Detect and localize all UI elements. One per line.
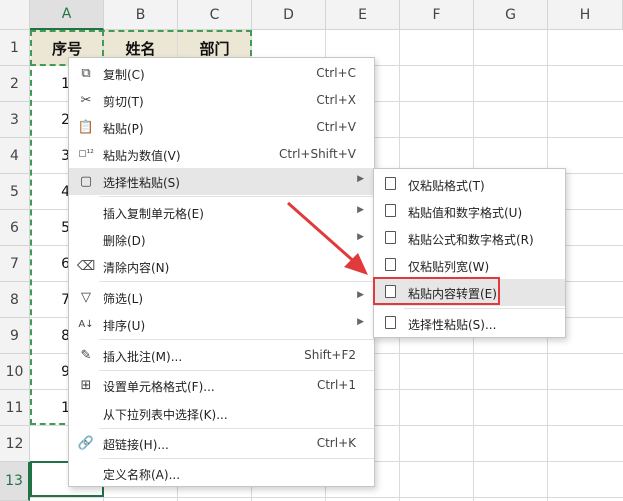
menu-label: 删除(D) — [103, 234, 146, 248]
submenu-label: 选择性粘贴(S)... — [408, 318, 497, 332]
menu-shortcut: Ctrl+1 — [316, 378, 356, 392]
menu-shortcut: Ctrl+Shift+V — [279, 147, 356, 161]
column-header-c[interactable]: C — [178, 0, 252, 30]
column-header-e[interactable]: E — [326, 0, 400, 30]
submenu-item-paste-formulas-number-formats[interactable]: 粘贴公式和数字格式(R) — [374, 225, 565, 252]
menu-item-copy[interactable]: ⧉ 复制(C) Ctrl+C — [69, 60, 374, 87]
submenu-item-paste-column-widths[interactable]: 仅粘贴列宽(W) — [374, 252, 565, 279]
menu-label: 复制(C) — [103, 68, 145, 82]
menu-item-filter[interactable]: ▽ 筛选(L) ▶ — [69, 284, 374, 311]
sort-icon: A↓ — [78, 318, 94, 330]
eraser-icon: ⌫ — [76, 258, 96, 274]
menu-item-cut[interactable]: ✂ 剪切(T) Ctrl+X — [69, 87, 374, 114]
menu-separator — [99, 339, 374, 340]
menu-item-paste-special[interactable]: ▢ 选择性粘贴(S) ▶ — [69, 168, 374, 195]
menu-separator — [99, 428, 374, 429]
grid-line — [30, 497, 623, 498]
menu-label: 设置单元格格式(F)... — [103, 380, 215, 394]
menu-label: 插入复制单元格(E) — [103, 207, 204, 221]
submenu-label: 仅粘贴格式(T) — [408, 179, 485, 193]
paste-special-submenu: 仅粘贴格式(T) 粘贴值和数字格式(U) 粘贴公式和数字格式(R) 仅粘贴列宽(… — [373, 168, 566, 338]
menu-item-format-cells[interactable]: ⊞ 设置单元格格式(F)... Ctrl+1 — [69, 372, 374, 399]
menu-shortcut: Shift+F2 — [304, 348, 356, 362]
submenu-label: 仅粘贴列宽(W) — [408, 260, 490, 274]
menu-label: 筛选(L) — [103, 292, 144, 306]
row-header-6[interactable]: 6 — [0, 210, 30, 246]
paste-values-formats-icon — [383, 203, 399, 219]
menu-label: 超链接(H)... — [103, 438, 169, 452]
submenu-item-paste-special-dialog[interactable]: 选择性粘贴(S)... — [374, 310, 565, 337]
format-cells-icon: ⊞ — [80, 377, 92, 393]
submenu-arrow-icon: ▶ — [357, 290, 364, 300]
paste-formulas-icon — [383, 230, 399, 246]
row-header-13[interactable]: 13 — [0, 462, 30, 501]
paste-special-icon — [383, 315, 399, 331]
menu-label: 粘贴(P) — [103, 122, 144, 136]
row-header-3[interactable]: 3 — [0, 102, 30, 138]
menu-shortcut: Ctrl+X — [316, 93, 356, 107]
row-header-8[interactable]: 8 — [0, 282, 30, 318]
submenu-label: 粘贴公式和数字格式(R) — [408, 233, 534, 247]
submenu-arrow-icon: ▶ — [357, 317, 364, 327]
column-header-g[interactable]: G — [474, 0, 548, 30]
menu-item-pick-from-list[interactable]: 从下拉列表中选择(K)... — [69, 400, 374, 427]
link-icon: 🔗 — [77, 435, 95, 451]
paste-column-widths-icon — [383, 257, 399, 273]
menu-label: 定义名称(A)... — [103, 468, 181, 482]
paste-values-icon: ▢¹² — [78, 149, 94, 159]
row-header-4[interactable]: 4 — [0, 138, 30, 174]
menu-item-sort[interactable]: A↓ 排序(U) ▶ — [69, 311, 374, 338]
row-header-9[interactable]: 9 — [0, 318, 30, 354]
column-header-f[interactable]: F — [400, 0, 474, 30]
column-header-h[interactable]: H — [548, 0, 623, 30]
menu-label: 排序(U) — [103, 319, 146, 333]
submenu-separator — [404, 308, 565, 309]
menu-label: 选择性粘贴(S) — [103, 176, 180, 190]
paste-icon: 📋 — [77, 119, 95, 135]
menu-label: 粘贴为数值(V) — [103, 149, 181, 163]
copy-icon: ⧉ — [81, 65, 91, 81]
menu-separator — [99, 458, 374, 459]
select-all-corner[interactable] — [0, 0, 30, 30]
row-header-12[interactable]: 12 — [0, 426, 30, 462]
menu-shortcut: Ctrl+V — [316, 120, 356, 134]
row-header-11[interactable]: 11 — [0, 390, 30, 426]
menu-item-paste[interactable]: 📋 粘贴(P) Ctrl+V — [69, 114, 374, 141]
menu-label: 插入批注(M)... — [103, 350, 183, 364]
filter-icon: ▽ — [81, 289, 91, 305]
menu-separator — [99, 370, 374, 371]
column-header-b[interactable]: B — [104, 0, 178, 30]
annotation-arrow — [287, 201, 368, 275]
row-header-2[interactable]: 2 — [0, 66, 30, 102]
menu-shortcut: Ctrl+C — [316, 66, 356, 80]
submenu-label: 粘贴值和数字格式(U) — [408, 206, 523, 220]
menu-label: 从下拉列表中选择(K)... — [103, 408, 228, 422]
paste-formats-icon — [383, 176, 399, 192]
menu-label: 清除内容(N) — [103, 261, 170, 275]
comment-icon: ✎ — [80, 347, 92, 363]
row-header-10[interactable]: 10 — [0, 354, 30, 390]
row-header-7[interactable]: 7 — [0, 246, 30, 282]
submenu-item-paste-values-number-formats[interactable]: 粘贴值和数字格式(U) — [374, 198, 565, 225]
menu-item-define-name[interactable]: 定义名称(A)... — [69, 460, 374, 487]
submenu-arrow-icon: ▶ — [357, 174, 364, 184]
menu-item-paste-values[interactable]: ▢¹² 粘贴为数值(V) Ctrl+Shift+V — [69, 141, 374, 168]
row-header-5[interactable]: 5 — [0, 174, 30, 210]
menu-item-hyperlink[interactable]: 🔗 超链接(H)... Ctrl+K — [69, 430, 374, 457]
menu-shortcut: Ctrl+K — [316, 436, 356, 450]
scissors-icon: ✂ — [80, 92, 92, 108]
highlight-box — [373, 277, 500, 305]
column-header-a[interactable]: A — [30, 0, 104, 30]
row-header-1[interactable]: 1 — [0, 30, 30, 66]
submenu-item-paste-formats[interactable]: 仅粘贴格式(T) — [374, 171, 565, 198]
paste-special-icon: ▢ — [79, 173, 93, 189]
column-header-d[interactable]: D — [252, 0, 326, 30]
menu-label: 剪切(T) — [103, 95, 144, 109]
menu-item-insert-comment[interactable]: ✎ 插入批注(M)... Shift+F2 — [69, 342, 374, 369]
